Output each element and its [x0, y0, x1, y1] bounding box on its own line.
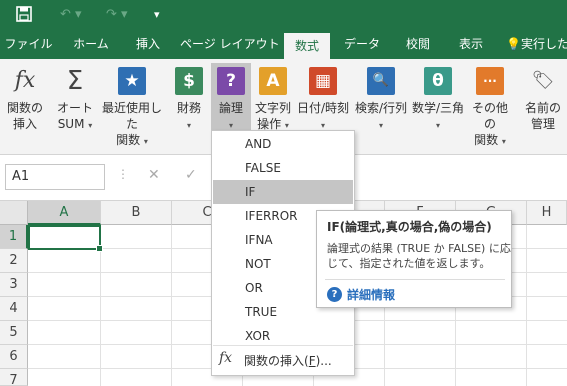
recently-used-button[interactable]: ★ 最近使用した 関数 ▾ [98, 63, 166, 147]
recently-used-label: 最近使用した 関数 ▾ [101, 101, 162, 147]
customize-icon[interactable]: ▾ [154, 6, 160, 24]
autosum-button[interactable]: Σ オート SUM ▾ [52, 63, 98, 145]
tab-file[interactable]: ファイル [0, 30, 57, 59]
math-trig-button[interactable]: θ 数学/三角 ▾ [410, 63, 466, 145]
menu-item-false[interactable]: FALSE [213, 156, 353, 180]
formula-bar-splitter-icon[interactable]: ⋮ [117, 167, 129, 181]
star-book-icon: ★ [118, 67, 146, 95]
save-icon[interactable] [16, 6, 32, 28]
grid-column-line [171, 225, 172, 386]
name-manager-label: 名前の 管理 [524, 101, 561, 131]
more-functions-label: その他の 関数 ▾ [471, 101, 508, 147]
quick-access-toolbar: ↶ ▾ ↷ ▾ ▾ [0, 0, 567, 30]
insert-function-button[interactable]: fx 関数の 挿入 [2, 63, 48, 145]
logical-label: 論理 ▾ [218, 101, 243, 130]
financial-label: 財務 ▾ [176, 101, 201, 130]
text-label: 文字列 操作 ▾ [254, 101, 291, 131]
cancel-icon[interactable]: ✕ [148, 167, 160, 183]
tooltip-title: IF(論理式,真の場合,偽の場合) [327, 220, 492, 234]
tab-formulas[interactable]: 数式 [284, 33, 330, 59]
math-trig-label: 数学/三角 ▾ [411, 101, 465, 130]
logical-book-icon: ? [217, 67, 245, 95]
math-book-icon: θ [424, 67, 452, 95]
enter-icon[interactable]: ✓ [185, 167, 197, 183]
autosum-label: オート SUM ▾ [56, 101, 93, 131]
name-box[interactable]: A1 [5, 164, 105, 190]
tab-page-layout[interactable]: ページ レイアウト [180, 30, 280, 59]
more-book-icon: ··· [476, 67, 504, 95]
tab-data[interactable]: データ [338, 30, 386, 59]
tab-home[interactable]: ホーム [66, 30, 116, 59]
insert-function-menu-item[interactable]: 関数の挿入(F)... [244, 350, 332, 372]
row-header-6[interactable]: 6 [0, 345, 28, 369]
tooltip-separator [325, 279, 505, 280]
row-header-3[interactable]: 3 [0, 273, 28, 297]
tab-insert[interactable]: 挿入 [125, 30, 171, 59]
sigma-icon: Σ [66, 66, 84, 96]
row-header-4[interactable]: 4 [0, 297, 28, 321]
tab-view[interactable]: 表示 [449, 30, 493, 59]
name-tag-icon: 🏷 [531, 70, 555, 91]
help-icon: ? [327, 287, 342, 302]
row-header-2[interactable]: 2 [0, 249, 28, 273]
insert-function-label: 関数の 挿入 [6, 101, 43, 131]
tab-review[interactable]: 校閲 [396, 30, 440, 59]
calendar-icon: ▦ [309, 67, 337, 95]
ribbon-tabs: ファイル ホーム 挿入 ページ レイアウト 数式 データ 校閲 表示 💡実行した [0, 30, 567, 59]
tell-me-more-link[interactable]: ? 詳細情報 [327, 286, 395, 304]
undo-icon[interactable]: ↶ ▾ [60, 6, 82, 24]
row-header-7[interactable]: 7 [0, 369, 28, 386]
selected-cell-a1[interactable] [28, 225, 103, 252]
row-header-5[interactable]: 5 [0, 321, 28, 345]
grid-column-line [526, 225, 527, 386]
menu-item-and[interactable]: AND [213, 132, 353, 156]
date-time-label: 日付/時刻 ▾ [296, 101, 350, 130]
redo-icon[interactable]: ↷ ▾ [106, 6, 128, 24]
column-header-b[interactable]: B [101, 201, 172, 225]
fx-icon: fx [219, 350, 233, 366]
lightbulb-icon: 💡 [506, 37, 521, 51]
column-header-h[interactable]: H [527, 201, 567, 225]
menu-separator [213, 345, 353, 346]
function-tooltip: IF(論理式,真の場合,偽の場合) 論理式の結果 (TRUE か FALSE) … [316, 210, 512, 308]
column-header-a[interactable]: A [28, 201, 101, 225]
name-manager-button[interactable]: 🏷 名前の 管理 [520, 63, 566, 145]
lookup-book-icon: 🔍 [367, 67, 395, 95]
lookup-label: 検索/行列 ▾ [354, 101, 408, 130]
menu-item-if[interactable]: IF [213, 180, 353, 204]
financial-book-icon: $ [175, 67, 203, 95]
lookup-button[interactable]: 🔍 検索/行列 ▾ [353, 63, 409, 145]
tooltip-description: 論理式の結果 (TRUE か FALSE) に応じて、指定された値を返します。 [327, 242, 511, 270]
row-header-1[interactable]: 1 [0, 225, 28, 249]
select-all-corner[interactable] [0, 201, 28, 225]
more-functions-button[interactable]: ··· その他の 関数 ▾ [467, 63, 513, 147]
fx-icon: fx [14, 68, 36, 93]
financial-button[interactable]: $ 財務 ▾ [170, 63, 208, 145]
text-book-icon: A [259, 67, 287, 95]
tell-me-search[interactable]: 💡実行した [506, 30, 567, 59]
